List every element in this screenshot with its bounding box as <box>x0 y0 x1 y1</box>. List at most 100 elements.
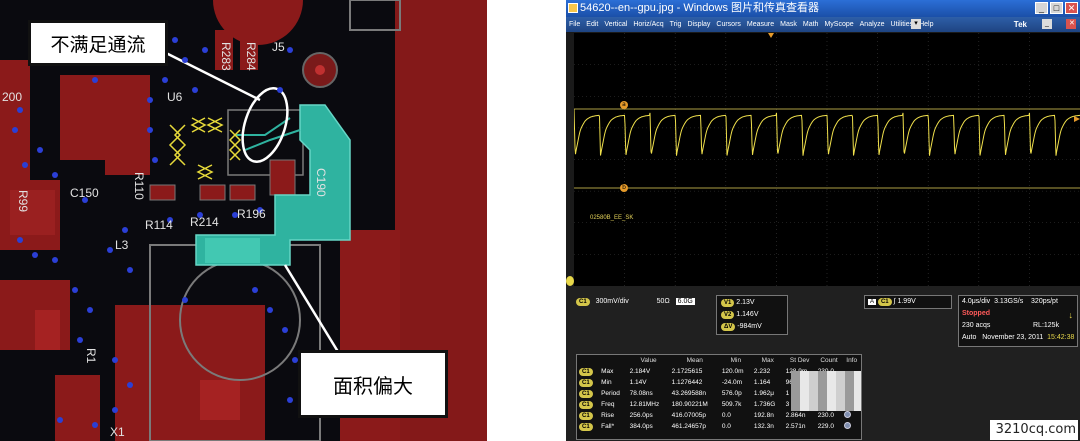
label-j5: J5 <box>272 40 285 54</box>
cell-name: Rise <box>601 412 615 419</box>
channel-scale: 300mV/div <box>595 298 629 305</box>
trigger-level-marker[interactable] <box>1074 116 1080 122</box>
graticule-grid <box>574 33 1080 286</box>
info-icon[interactable] <box>844 411 852 418</box>
cursor-b-marker[interactable]: b <box>620 184 628 192</box>
label-r283: R283 <box>219 42 233 71</box>
resolution: 320ps/pt <box>1031 298 1058 305</box>
inductor-pad-inner <box>200 380 240 420</box>
image-viewer-icon <box>568 3 578 13</box>
menu-cursors[interactable]: Cursors <box>713 17 744 32</box>
redacted-region <box>791 371 861 411</box>
record-length: RL:125k <box>1033 322 1060 329</box>
cell-count: 229.0 <box>817 423 834 430</box>
maximize-button[interactable]: □ <box>1050 2 1063 14</box>
label-u6: U6 <box>167 90 183 104</box>
component-pad-small <box>35 310 60 350</box>
cell-max: 1.962μ <box>753 390 774 397</box>
pcb-layout-panel: J5 U6 R283 R284 C150 R110 R114 R214 R196… <box>0 0 487 441</box>
acq-time: 15:42:38 <box>1047 334 1075 341</box>
cell-value: 2.184V <box>629 368 651 375</box>
menu-analyze[interactable]: Analyze <box>857 17 888 32</box>
menu-math[interactable]: Math <box>800 17 822 32</box>
copper-pour-left <box>0 60 30 180</box>
close-button[interactable]: ✕ <box>1065 2 1078 14</box>
label-r99: R99 <box>16 190 30 213</box>
menu-measure[interactable]: Measure <box>744 17 777 32</box>
menu-myscope[interactable]: MyScope <box>821 17 856 32</box>
cell-name: Period <box>601 390 620 397</box>
window-titlebar: 54620--en--gpu.jpg - Windows 图片和传真查看器 _ … <box>566 0 1080 17</box>
label-200: 200 <box>2 90 23 104</box>
highlight-ellipse <box>241 87 289 163</box>
ch1-waveform <box>574 108 1080 156</box>
callout-area-too-large: 面积偏大 <box>298 350 448 418</box>
cell-stdev: 2.571n <box>785 423 806 430</box>
cell-mean: 180.90221M <box>671 401 708 408</box>
cell-name: Fall* <box>601 423 615 430</box>
table-row[interactable]: C1 Rise 256.0ps 416.07005p 0.0 192.8n 2.864n 23… <box>577 410 861 421</box>
cell-value: 256.0ps <box>629 412 653 419</box>
trigger-position-marker[interactable] <box>768 33 774 38</box>
label-r214: R214 <box>190 215 219 229</box>
trigger-auto: Auto <box>962 334 977 341</box>
header-value: Value <box>640 357 657 364</box>
cell-name: Max <box>601 368 614 375</box>
label-r110: R110 <box>132 172 146 200</box>
cursor-dv-badge: ΔV <box>721 323 736 331</box>
waveform-label: 02580B_EE_SK <box>590 215 634 221</box>
table-row[interactable]: C1 Fall* 384.0ps 461.24657p 0.0 132.3n 2.571n 2… <box>577 421 861 432</box>
header-info: Info <box>846 357 858 364</box>
header-mean: Mean <box>686 357 703 364</box>
label-x1: X1 <box>110 425 125 439</box>
cell-mean: 43.269588n <box>671 390 706 397</box>
cell-min: -24.0m <box>721 379 743 386</box>
menu-mask[interactable]: Mask <box>777 17 800 32</box>
cell-min: 576.0p <box>721 390 742 397</box>
menu-trig[interactable]: Trig <box>667 17 685 32</box>
menu-vertical[interactable]: Vertical <box>601 17 630 32</box>
table-header-row: Value Mean Min Max St Dev Count Info <box>577 355 861 366</box>
menu-horiz-acq[interactable]: Horiz/Acq <box>630 17 666 32</box>
row-channel-badge: C1 <box>579 367 593 376</box>
label-l3: L3 <box>115 238 129 252</box>
cell-min: 0.0 <box>721 412 731 419</box>
r114-pad <box>149 184 176 201</box>
cell-mean: 1.1276442 <box>671 379 703 386</box>
trigger-readout[interactable]: A C1 ∫ 1.99V <box>864 295 952 309</box>
header-count: Count <box>820 357 838 364</box>
scope-menubar: File Edit Vertical Horiz/Acq Trig Display Curs… <box>566 17 1080 32</box>
row-channel-badge: C1 <box>579 422 593 431</box>
cell-value: 78.08ns <box>629 390 653 397</box>
scope-minimize-button[interactable]: _ <box>1042 19 1052 29</box>
cell-max: 1.736G <box>753 401 776 408</box>
cell-min: 0.0 <box>721 423 731 430</box>
cursor-readout[interactable]: V1 2.13V V2 1.146V ΔV -984mV <box>716 295 788 335</box>
cell-mean: 461.24657p <box>671 423 706 430</box>
callout-bottom-pointer <box>283 264 342 356</box>
channel-readout[interactable]: C1 300mV/div 50Ω 6.0G <box>576 298 695 306</box>
minimize-button[interactable]: _ <box>1035 2 1048 14</box>
channel-badge: C1 <box>576 298 590 306</box>
ch1-ground-marker[interactable] <box>566 276 574 286</box>
cell-min: 120.0m <box>721 368 744 375</box>
cell-mean: 416.07005p <box>671 412 706 419</box>
cell-max: 1.164 <box>753 379 771 386</box>
cursor-v1-value: 2.13V <box>736 299 755 306</box>
menu-edit[interactable]: Edit <box>583 17 601 32</box>
info-icon[interactable] <box>844 422 852 429</box>
trigger-slope-icon: ∫ <box>893 298 896 305</box>
callout-insufficient-current: 不满足通流 <box>28 20 168 66</box>
cell-min: 509.7k <box>721 401 742 408</box>
acquisition-readout[interactable]: 4.0μs/div 3.13GS/s 320ps/pt Stopped 230 … <box>958 295 1078 347</box>
header-name <box>599 355 628 366</box>
cell-max: 192.8n <box>753 412 774 419</box>
readout-panel: C1 300mV/div 50Ω 6.0G V1 2.13V V2 1.146V… <box>566 286 1080 441</box>
menu-display[interactable]: Display <box>684 17 713 32</box>
menu-file[interactable]: File <box>566 17 583 32</box>
menu-dropdown-icon[interactable]: ▾ <box>911 19 921 29</box>
tek-logo: Tek <box>1013 20 1027 29</box>
scope-close-button[interactable]: ✕ <box>1066 19 1076 29</box>
copper-pad-block <box>60 75 110 160</box>
cursor-a-marker[interactable]: a <box>620 101 628 109</box>
